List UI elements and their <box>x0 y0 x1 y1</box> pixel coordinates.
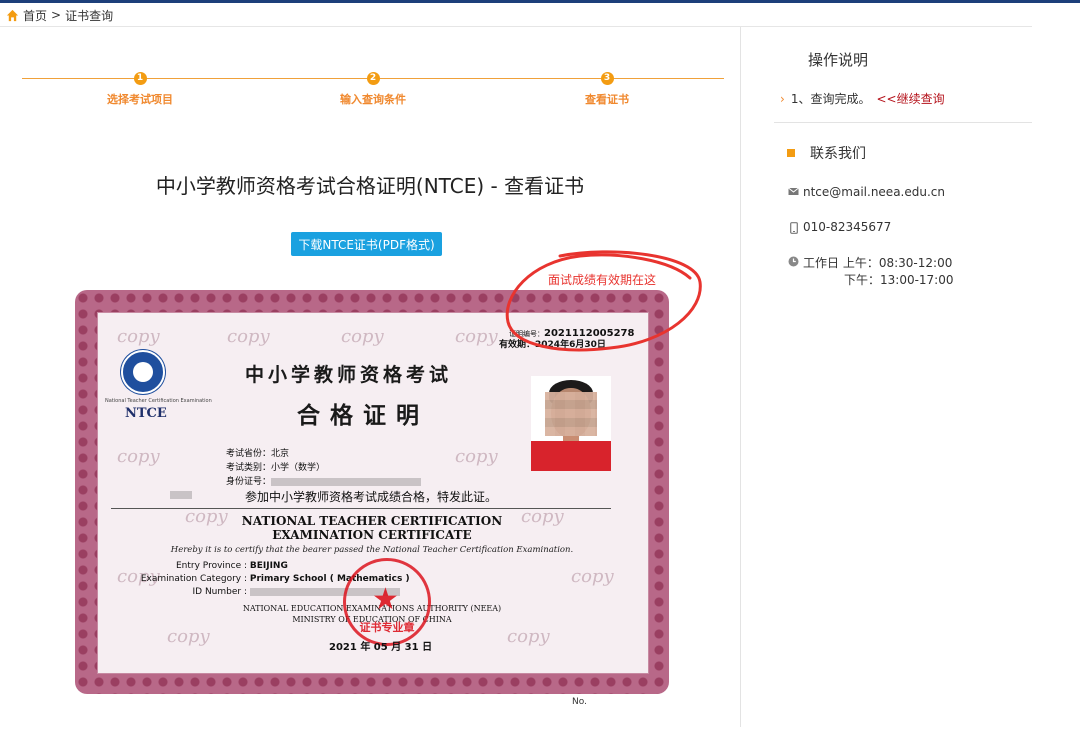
annotation-text: 面试成绩有效期在这 <box>548 273 657 287</box>
entry-province-value: BEIJING <box>249 561 288 571</box>
step-2: 2 输入查询条件 <box>303 72 443 107</box>
category-value: 小学（数学） <box>271 463 326 473</box>
hours-block: 工作日 上午：08:30-12:00 下午：13:00-17:00 <box>803 254 954 288</box>
continue-query-link[interactable]: <<继续查询 <box>876 92 944 106</box>
breadcrumb-separator: > <box>51 8 62 22</box>
step-2-label: 输入查询条件 <box>340 93 406 106</box>
step-3-number: 3 <box>600 72 614 85</box>
copy-watermark: copy <box>571 566 614 587</box>
step-3: 3 查看证书 <box>537 72 677 107</box>
orange-square-icon <box>787 149 795 157</box>
breadcrumb: 首页 > 证书查询 <box>6 6 113 24</box>
hours-pm: 下午：13:00-17:00 <box>844 273 954 287</box>
copy-watermark: copy <box>341 326 384 347</box>
province-row: 考试省份：北京 <box>219 446 289 459</box>
id-label: 身份证号： <box>225 477 271 487</box>
hours-am: 上午：08:30-12:00 <box>842 256 953 270</box>
breadcrumb-home-link[interactable]: 首页 <box>23 7 47 24</box>
clock-icon <box>788 256 799 267</box>
copy-watermark: copy <box>455 446 498 467</box>
home-icon <box>6 9 19 21</box>
title-en-line2: EXAMINATION CERTIFICATE <box>272 528 472 542</box>
instructions-step-text: 1、查询完成。 <box>790 92 871 106</box>
instructions-step: › 1、查询完成。 <<继续查询 <box>780 90 945 107</box>
hours-label: 工作日 <box>803 256 840 270</box>
exam-category-label: Examination Category : <box>140 574 247 584</box>
sidebar-divider <box>740 27 741 727</box>
contact-phone: 010-82345677 <box>788 220 891 234</box>
category-row: 考试类别：小学（数学） <box>219 460 325 473</box>
contact-title: 联系我们 <box>787 143 866 163</box>
province-label: 考试省份： <box>225 449 271 459</box>
breadcrumb-divider <box>0 26 1032 27</box>
name-redacted <box>170 491 192 499</box>
contact-title-text: 联系我们 <box>810 146 866 162</box>
title-en: NATIONAL TEACHER CERTIFICATION EXAMINATI… <box>75 514 669 542</box>
step-3-label: 查看证书 <box>585 93 629 106</box>
chevron-right-icon: › <box>780 92 785 106</box>
phone-icon <box>788 222 799 234</box>
certificate-rule <box>111 508 611 509</box>
contact-hours: 工作日 上午：08:30-12:00 下午：13:00-17:00 <box>788 254 954 288</box>
page-title: 中小学教师资格考试合格证明(NTCE) - 查看证书 <box>155 174 585 198</box>
certificate-date: 2021 年 05 月 31 日 <box>329 642 433 653</box>
step-1-label: 选择考试项目 <box>107 93 173 106</box>
progress-steps: 1 选择考试项目 2 输入查询条件 3 查看证书 <box>22 52 724 106</box>
copy-watermark: copy <box>117 326 160 347</box>
copy-watermark: copy <box>227 326 270 347</box>
copy-watermark: copy <box>455 326 498 347</box>
ntce-logo-subtext: National Teacher Certification Examinati… <box>105 398 212 404</box>
id-redacted <box>271 477 421 486</box>
instructions-title: 操作说明 <box>808 51 869 69</box>
download-pdf-button[interactable]: 下载NTCE证书(PDF格式) <box>291 232 442 256</box>
statement-cn: 参加中小学教师资格考试成绩合格，特发此证。 <box>245 490 498 504</box>
annotation-circle <box>505 250 702 352</box>
step-1: 1 选择考试项目 <box>70 72 210 107</box>
category-label: 考试类别： <box>225 463 271 473</box>
ntce-logo-icon <box>121 350 165 394</box>
certificate-title-line1: 中小学教师资格考试 <box>245 364 453 386</box>
top-border <box>0 0 1080 3</box>
serial-no-label: No. <box>572 697 587 707</box>
step-2-number: 2 <box>366 72 380 85</box>
entry-province-row: Entry Province : BEIJING <box>125 561 288 571</box>
copy-watermark: copy <box>507 626 550 647</box>
seal-star-icon: ★ <box>372 582 399 617</box>
entry-province-label: Entry Province : <box>176 561 247 571</box>
id-number-label: ID Number : <box>192 587 248 597</box>
statement-en: Hereby it is to certify that the bearer … <box>170 545 574 555</box>
photo-mosaic <box>545 392 597 436</box>
sidebar-separator <box>774 122 1032 123</box>
province-value: 北京 <box>271 449 290 459</box>
applicant-photo <box>531 376 611 471</box>
copy-watermark: copy <box>117 446 160 467</box>
contact-email: ntce@mail.neea.edu.cn <box>788 185 945 199</box>
red-seal: ★ 证书专业章 <box>343 558 431 646</box>
id-row: 身份证号： <box>219 474 421 487</box>
ntce-logo-text: NTCE <box>125 406 167 421</box>
breadcrumb-current: 证书查询 <box>65 8 114 23</box>
mail-icon <box>788 187 799 196</box>
copy-watermark: copy <box>167 626 210 647</box>
email-text: ntce@mail.neea.edu.cn <box>803 185 945 199</box>
phone-text: 010-82345677 <box>803 220 892 234</box>
title-en-line1: NATIONAL TEACHER CERTIFICATION <box>241 514 503 528</box>
certificate-title-line2: 合格证明 <box>297 402 429 429</box>
step-1-number: 1 <box>133 72 147 85</box>
seal-text: 证书专业章 <box>359 621 415 634</box>
